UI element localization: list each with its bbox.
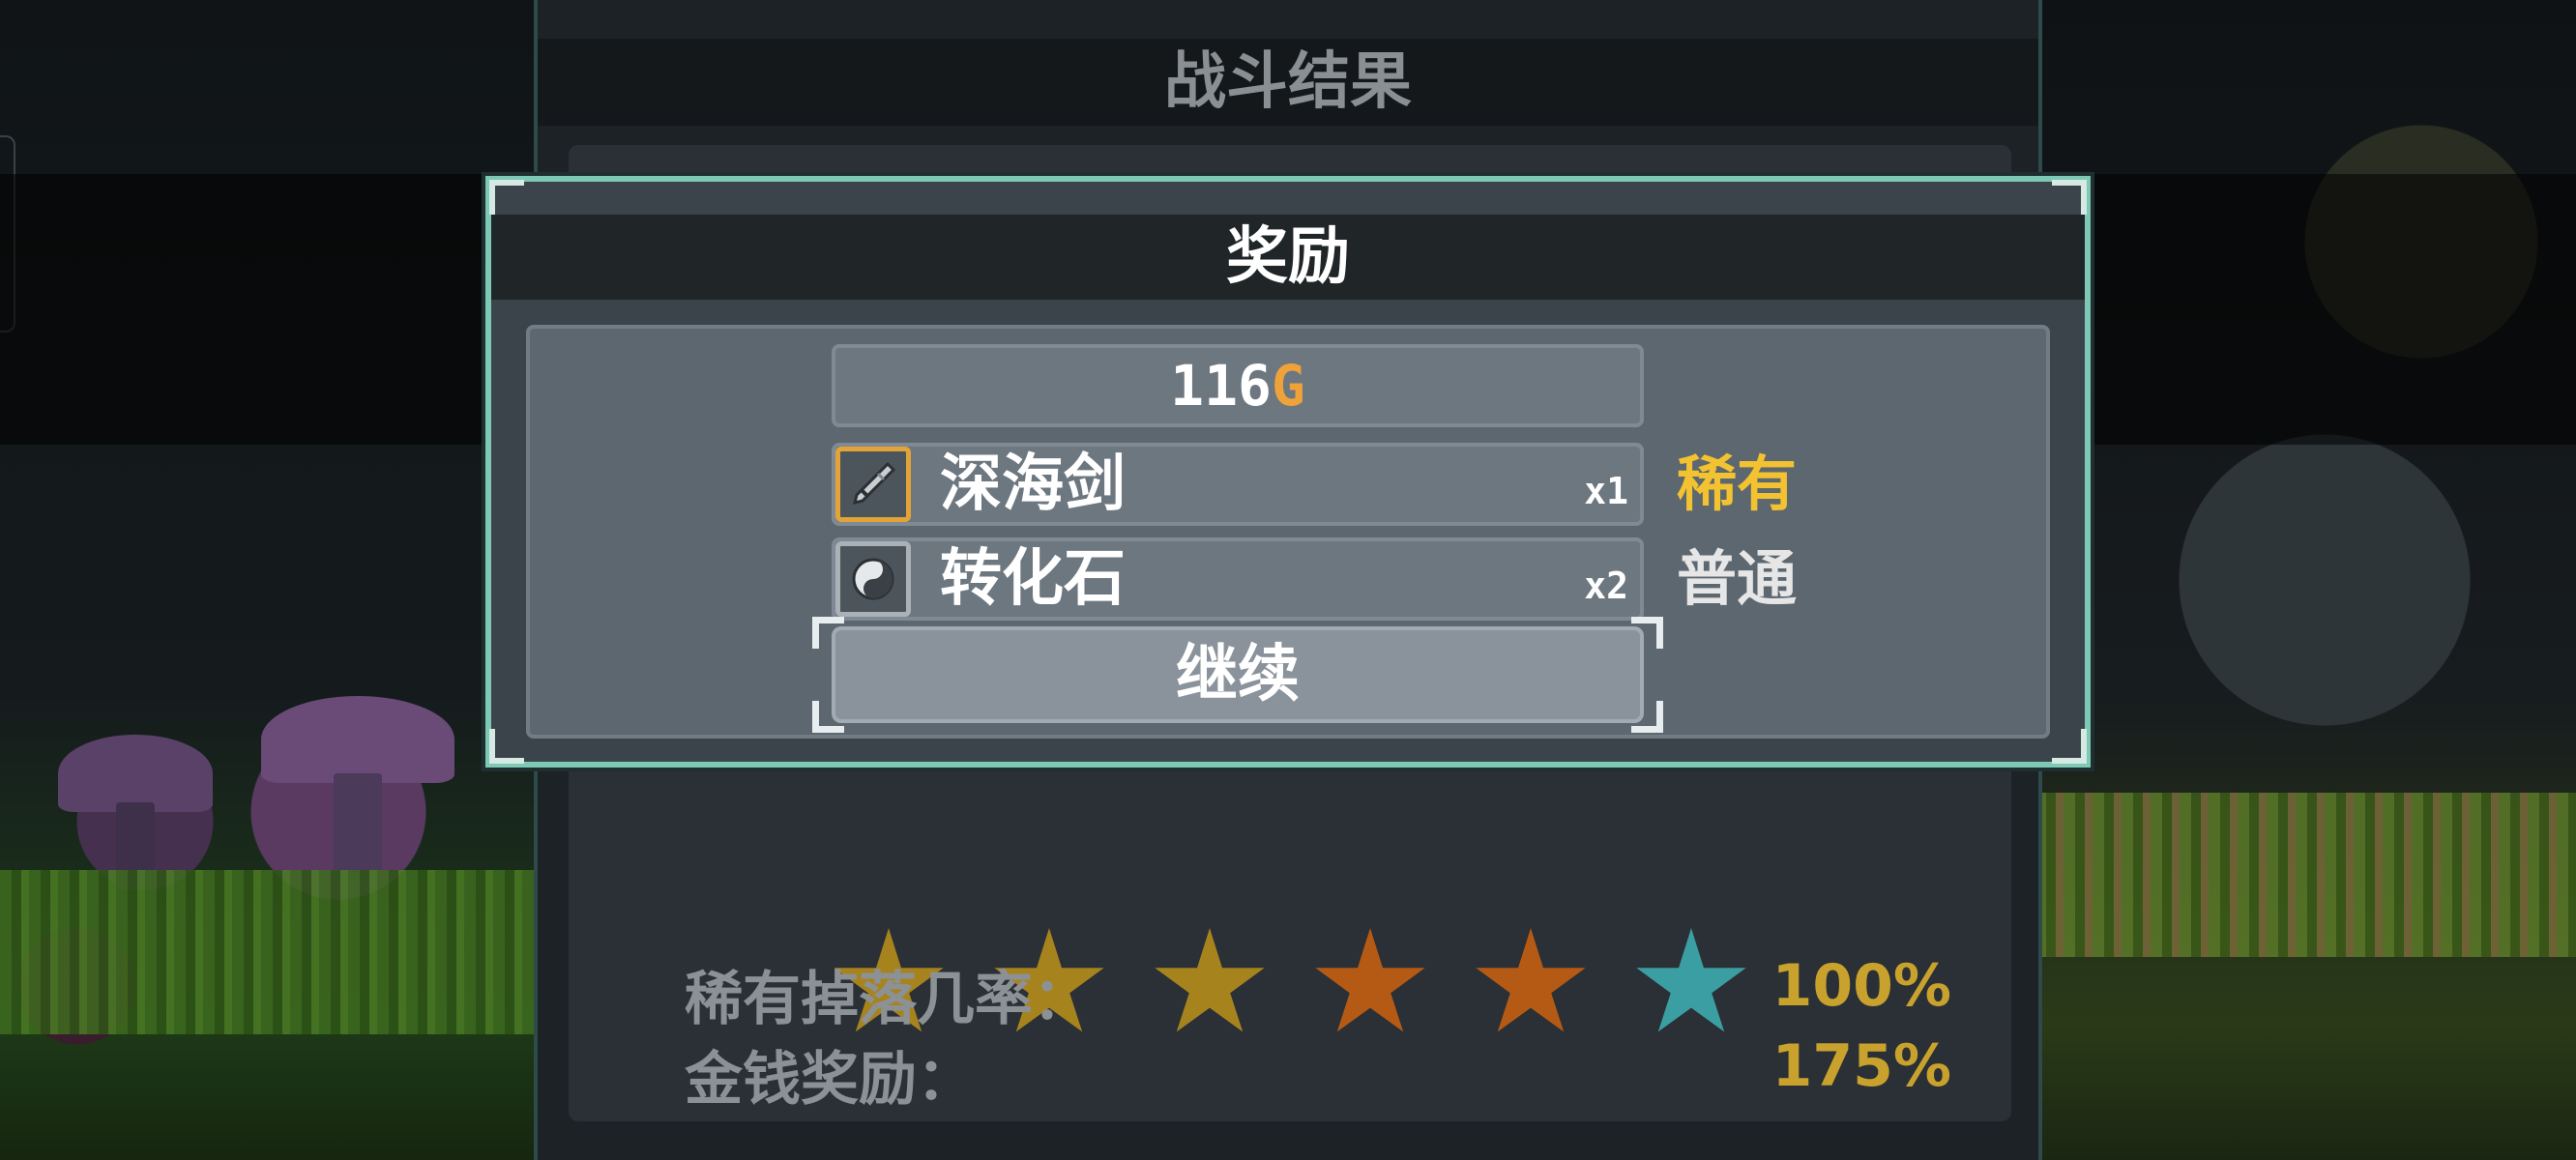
reward-item[interactable]: 转化石 x2 — [832, 537, 1644, 621]
mushroom-cap — [58, 735, 213, 812]
mushroom-stem — [334, 773, 382, 880]
item-quantity: x2 — [1584, 565, 1628, 607]
item-name: 转化石 — [940, 543, 1126, 615]
mushroom-cap — [261, 696, 454, 783]
reward-dialog: 奖励 116G 深海剑 x1 稀有 转化石 x2 普通 继续 — [485, 176, 2091, 768]
item-rarity: 普通 — [1677, 543, 1798, 614]
stat-money-bonus: 金钱奖励： 175% — [685, 1032, 1980, 1114]
selection-bracket — [1631, 701, 1663, 733]
reward-item[interactable]: 深海剑 x1 — [832, 443, 1644, 526]
gold-unit: G — [1271, 353, 1305, 419]
stone-icon — [835, 541, 911, 617]
stat-value: 100% — [1771, 952, 1951, 1020]
selection-bracket — [1631, 617, 1663, 649]
item-name: 深海剑 — [940, 449, 1126, 520]
grass-left — [0, 870, 542, 1034]
gold-amount: 116 — [1170, 353, 1272, 419]
grass-right — [2034, 793, 2576, 957]
sword-icon — [835, 447, 911, 522]
frame-corner — [489, 180, 524, 215]
item-rarity: 稀有 — [1677, 449, 1798, 519]
reward-body: 116G 深海剑 x1 稀有 转化石 x2 普通 继续 — [526, 325, 2050, 739]
result-title: 战斗结果 — [1164, 46, 1412, 118]
gold-reward: 116G — [832, 344, 1644, 427]
selection-bracket — [812, 617, 844, 649]
selection-bracket — [812, 701, 844, 733]
game-scene: 战斗结果 稀有掉落几率： 100% 金钱奖励： 175% 奖励 116G 深海剑… — [0, 0, 2576, 1160]
stat-rare-drop: 稀有掉落几率： 100% — [685, 952, 1980, 1033]
stat-label: 稀有掉落几率： — [685, 966, 1091, 1033]
item-quantity: x1 — [1584, 470, 1628, 512]
frame-corner — [2052, 180, 2087, 215]
frame-corner — [2052, 729, 2087, 764]
continue-label: 继续 — [1176, 639, 1300, 710]
frame-corner — [489, 729, 524, 764]
reward-title: 奖励 — [1226, 221, 1350, 293]
stat-value: 175% — [1771, 1032, 1951, 1100]
continue-button[interactable]: 继续 — [812, 617, 1663, 733]
stat-label: 金钱奖励： — [685, 1046, 975, 1114]
